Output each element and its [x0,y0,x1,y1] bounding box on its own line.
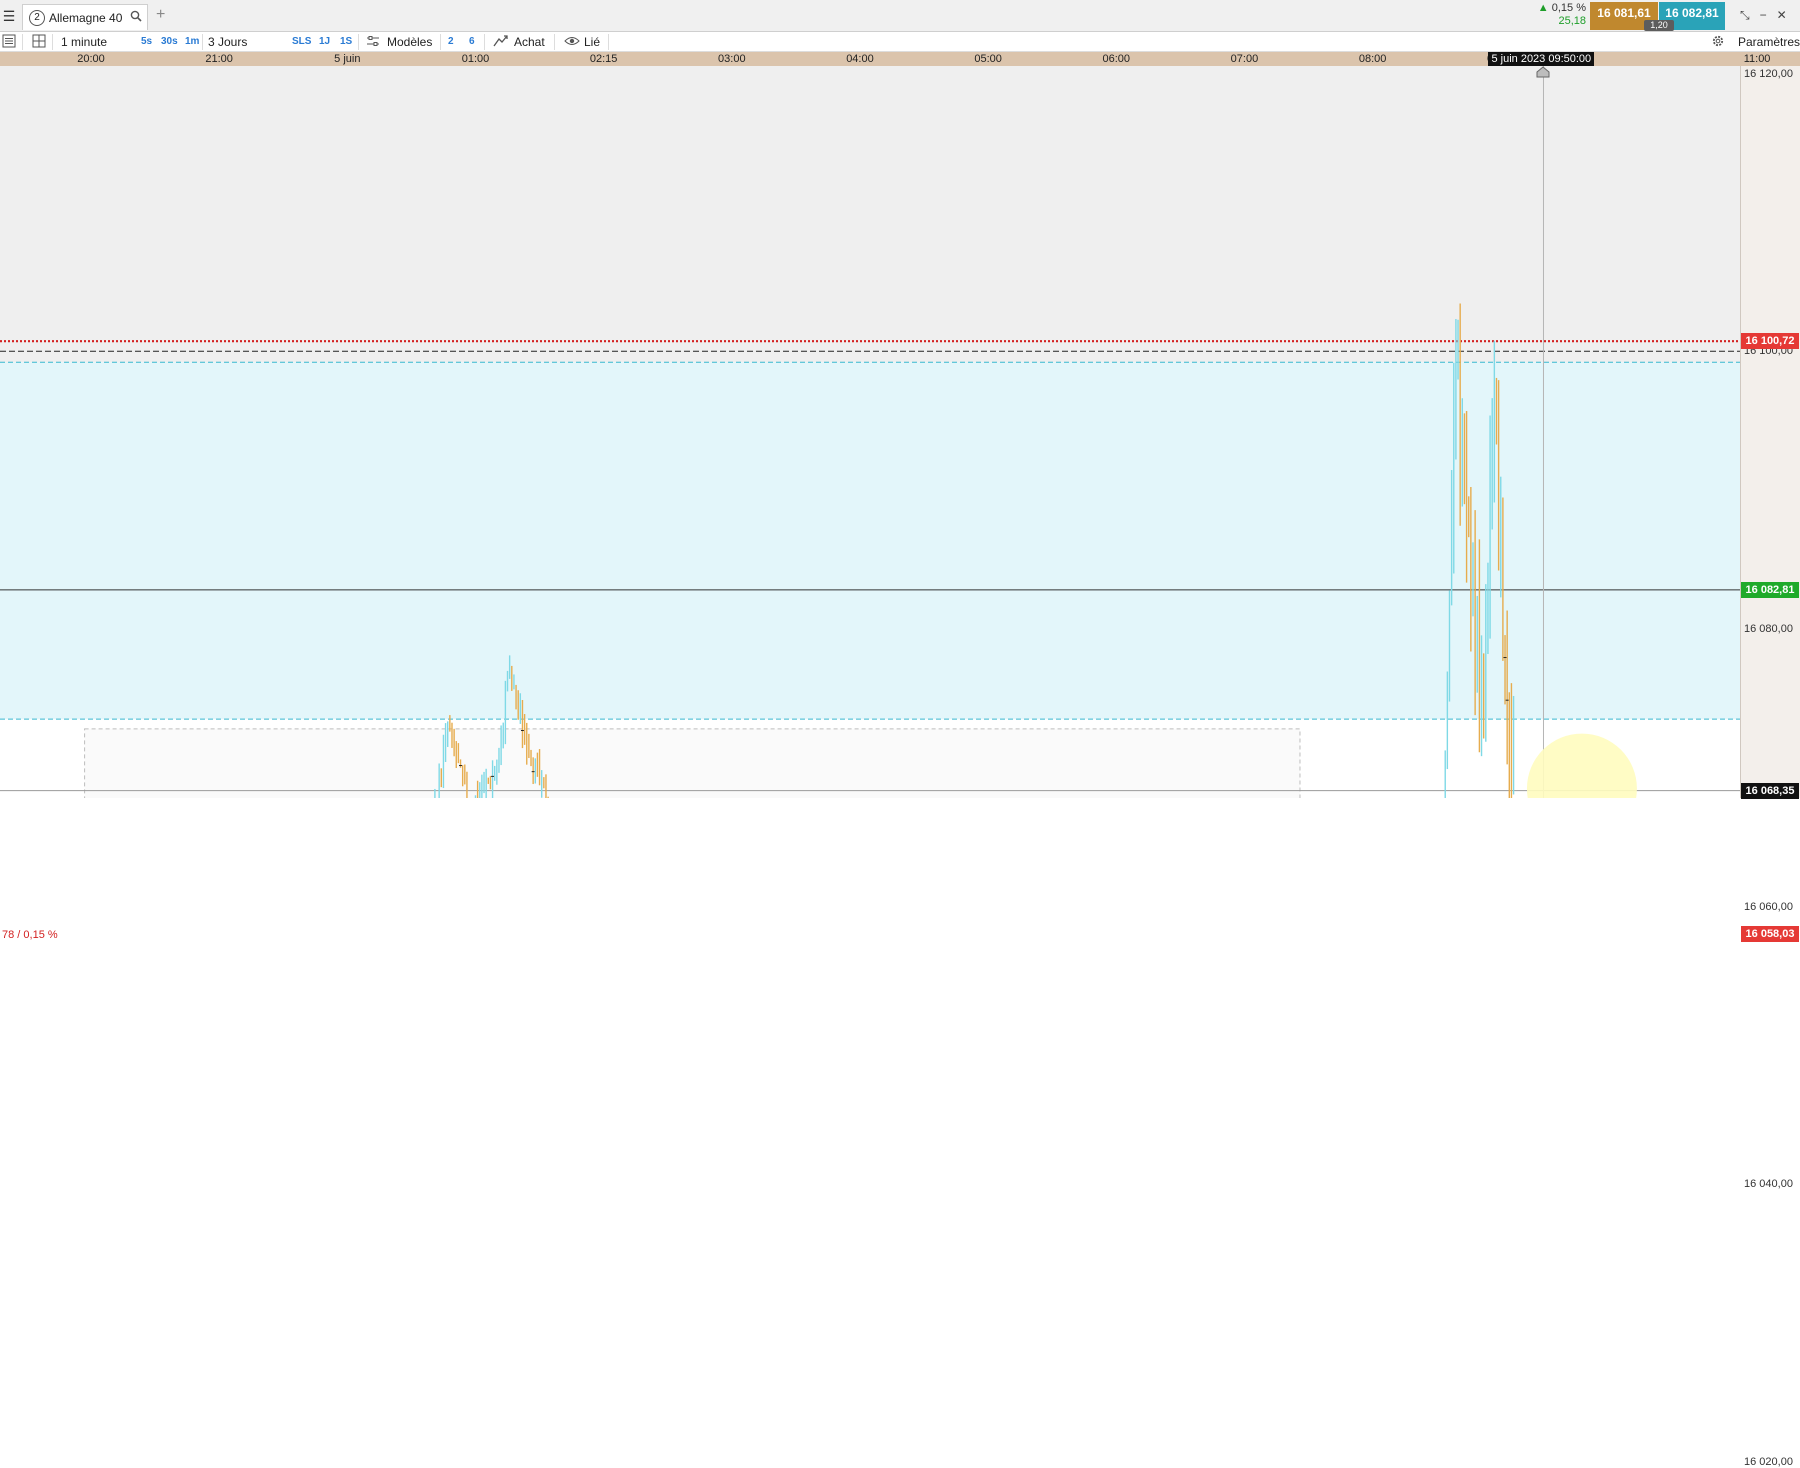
period-sls[interactable]: SLS [292,34,311,50]
price-tick: 16 060,00 [1744,900,1793,913]
buy-button[interactable]: Achat [514,34,545,50]
interval-5s[interactable]: 5s [141,34,152,50]
change-points: 25,18 [1558,15,1586,27]
time-tick: 05:00 [974,53,1002,65]
eye-icon[interactable] [564,34,580,50]
minimize-icon[interactable]: − [1760,8,1767,23]
divider [358,34,359,50]
chart-toolbar: 1 minute 5s 30s 1m 3 Jours SLS 1J 1S Mod… [0,32,1800,52]
interval-select[interactable]: 1 minute [61,34,107,50]
cursor-marker-icon[interactable] [1536,66,1550,78]
model-6[interactable]: 6 [469,34,475,50]
period-select[interactable]: 3 Jours [208,34,247,50]
divider [22,34,23,50]
price-tick: 16 040,00 [1744,1178,1793,1191]
period-1s[interactable]: 1S [340,34,352,50]
time-tick: 03:00 [718,53,746,65]
sliders-icon[interactable] [366,34,380,50]
window-controls: ⤡ − ✕ [1740,8,1787,23]
tab-title: Allemagne 40 [49,10,123,25]
gear-icon[interactable] [1711,34,1725,50]
divider [608,34,609,50]
tab-number: 2 [29,9,45,26]
zone-box [84,728,1301,798]
divider [440,34,441,50]
models-button[interactable]: Modèles [387,34,432,50]
price-tick: 16 020,00 [1744,1456,1793,1468]
tab-allemagne-40[interactable]: 2 Allemagne 40 [22,4,148,30]
interval-1m[interactable]: 1m [185,34,199,50]
linked-button[interactable]: Lié [584,34,600,50]
model-2[interactable]: 2 [448,34,454,50]
buy-icon[interactable] [493,34,509,50]
divider [554,34,555,50]
close-icon[interactable]: ✕ [1777,8,1787,23]
period-1j[interactable]: 1J [319,34,330,50]
price-label: 16 100,72 [1741,333,1799,350]
expand-icon[interactable]: ⤡ [1740,8,1750,23]
settings-button[interactable]: Paramètres [1738,34,1800,50]
change-display: ▲ 0,15 % 25,18 [1532,2,1586,30]
search-icon[interactable] [130,10,142,25]
bid-price: 16 081,61 [1597,6,1651,20]
interval-30s[interactable]: 30s [161,34,178,50]
time-tick: 01:00 [461,53,490,65]
top-bar: ☰ 2 Allemagne 40 + ▲ 0,15 % 25,18 16 081… [0,0,1800,32]
time-tick: 08:00 [1358,53,1387,65]
price-label: 16 058,03 [1741,925,1799,942]
hamburger-icon[interactable]: ☰ [0,0,18,32]
time-tick: 5 juin [334,53,361,65]
zone-band [0,66,1740,363]
divider [484,34,485,50]
spread-badge: 1,20 [1644,20,1674,31]
price-chart[interactable] [0,66,1740,798]
time-tick: 21:00 [205,53,233,65]
list-icon[interactable] [2,34,16,50]
price-axis [1740,66,1800,798]
up-arrow-icon: ▲ [1537,2,1549,14]
divider [52,34,53,50]
layout-icon[interactable] [32,34,46,50]
time-tick: 02:15 [589,53,618,65]
time-tick: 07:00 [1230,53,1259,65]
time-tick: 20:00 [77,53,105,65]
price-tick: 16 080,00 [1744,622,1793,635]
time-tick: 06:00 [1102,53,1131,65]
change-percent: 0,15 % [1551,2,1586,14]
time-axis: 20:00 21:00 5 juin 01:00 02:15 03:00 04:00 05:0… [0,52,1800,66]
level-percent-label: 78 / 0,15 % [2,928,58,941]
time-tick: 04:00 [846,53,874,65]
price-tick: 16 120,00 [1744,67,1793,80]
price-label: 16 082,81 [1741,581,1799,598]
ask-price: 16 082,81 [1665,6,1719,20]
price-label: 16 068,35 [1741,782,1799,799]
divider [202,34,203,50]
time-tick: 11:00 [1743,53,1771,65]
add-tab-button[interactable]: + [156,6,165,24]
cursor-time-label: 5 juin 2023 09:50:00 [1488,52,1595,66]
